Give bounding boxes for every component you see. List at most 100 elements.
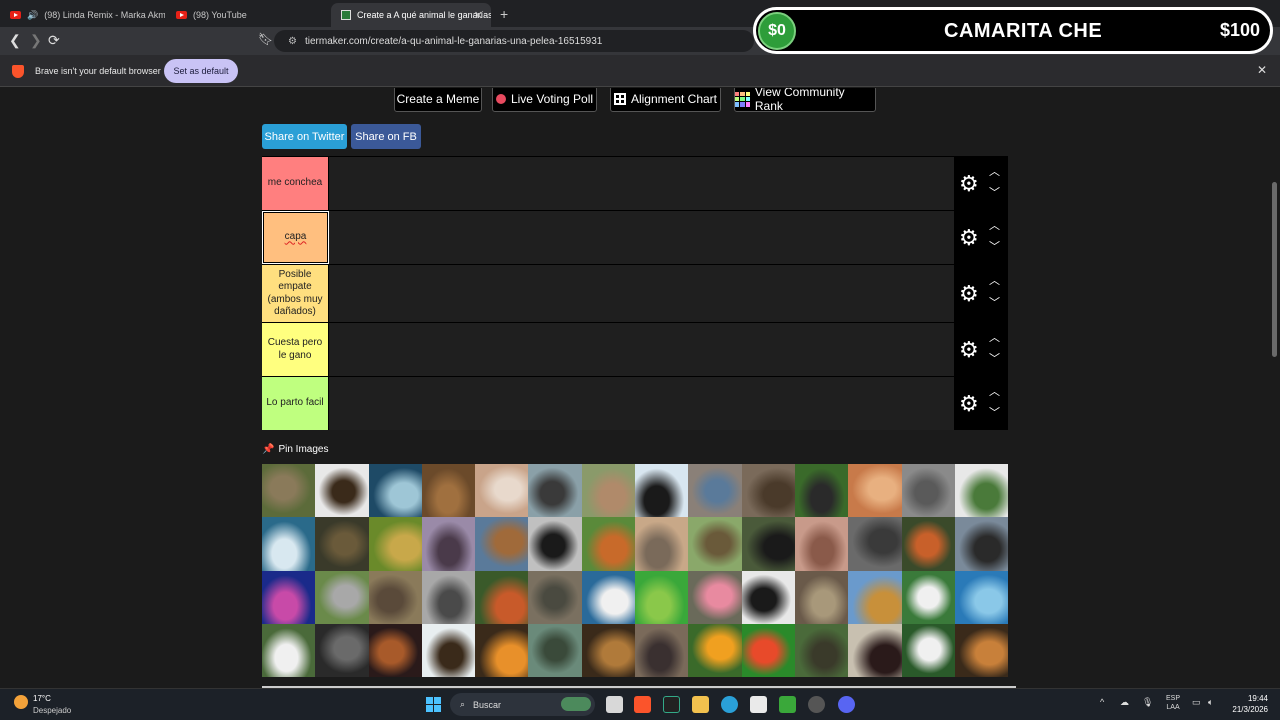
animal-image-orangutan[interactable] bbox=[475, 570, 529, 624]
animal-image-zebra[interactable] bbox=[741, 570, 795, 624]
live-voting-poll-button[interactable]: Live Voting Poll bbox=[492, 88, 597, 112]
move-down-icon[interactable]: ﹀ bbox=[989, 188, 1000, 199]
bookmark-icon[interactable]: 🔖︎ bbox=[258, 32, 273, 46]
forward-icon[interactable]: ❯ bbox=[30, 32, 42, 49]
tier-label[interactable]: me conchea bbox=[262, 157, 329, 210]
move-up-icon[interactable]: ︿ bbox=[989, 333, 1000, 344]
animal-image-giraffe[interactable] bbox=[848, 570, 902, 624]
animal-image-bison[interactable] bbox=[794, 623, 849, 678]
windows-start-icon[interactable] bbox=[426, 697, 441, 712]
animal-image-seal[interactable] bbox=[528, 570, 582, 624]
animal-image-polar-bear[interactable] bbox=[581, 570, 636, 624]
tier-label[interactable]: Posible empate (ambos muy dañados) bbox=[262, 265, 329, 322]
move-down-icon[interactable]: ﹀ bbox=[989, 298, 1000, 309]
animal-image-armadillo[interactable] bbox=[635, 517, 689, 571]
weather-sun-icon[interactable] bbox=[14, 695, 28, 709]
tier-label[interactable]: capa bbox=[262, 211, 329, 264]
animal-image-koala[interactable] bbox=[315, 570, 369, 624]
move-down-icon[interactable]: ﹀ bbox=[989, 408, 1000, 419]
animal-image-horse[interactable] bbox=[368, 623, 422, 678]
volume-icon[interactable]: 🔈︎ bbox=[1208, 697, 1213, 708]
steam-icon[interactable] bbox=[808, 696, 825, 713]
tier-row[interactable]: Lo parto facil ⚙ ︿ ﹀ bbox=[262, 376, 1008, 430]
move-up-icon[interactable]: ︿ bbox=[989, 221, 1000, 232]
animal-image-rhinoceros[interactable] bbox=[901, 464, 955, 518]
animal-image-chameleon[interactable] bbox=[368, 517, 422, 571]
animal-image-dolphin[interactable] bbox=[954, 570, 1008, 624]
weather-temperature[interactable]: 17°C bbox=[33, 694, 51, 703]
edge-icon[interactable] bbox=[721, 696, 738, 713]
tier-label[interactable]: Cuesta pero le gano bbox=[262, 323, 329, 376]
animal-image-rabbit[interactable] bbox=[262, 623, 316, 678]
gear-icon[interactable]: ⚙ bbox=[959, 173, 979, 195]
animal-image-walrus[interactable] bbox=[475, 464, 529, 518]
animal-image-wolf[interactable] bbox=[315, 623, 369, 678]
network-icon[interactable]: ▭ bbox=[1192, 697, 1201, 708]
animal-image-scorpion[interactable] bbox=[315, 464, 369, 518]
animal-image-bear[interactable] bbox=[421, 464, 476, 518]
animal-image-flamingo[interactable] bbox=[688, 570, 742, 624]
language-indicator[interactable]: ESP LAA bbox=[1166, 694, 1180, 713]
move-up-icon[interactable]: ︿ bbox=[989, 167, 1000, 178]
alignment-chart-button[interactable]: Alignment Chart bbox=[610, 88, 721, 112]
onedrive-icon[interactable]: ☁ bbox=[1120, 697, 1129, 708]
animal-image-fox[interactable] bbox=[901, 517, 955, 571]
animal-image-ostrich-2[interactable] bbox=[421, 517, 476, 571]
animal-image-crow[interactable] bbox=[528, 517, 582, 571]
tier-row[interactable]: Cuesta pero le gano ⚙ ︿ ﹀ bbox=[262, 322, 1008, 376]
animal-image-tarantula[interactable] bbox=[848, 623, 902, 678]
set-default-button[interactable]: Set as default bbox=[164, 59, 238, 83]
animal-image-toucan[interactable] bbox=[688, 623, 742, 678]
share-facebook-button[interactable]: Share on FB bbox=[351, 124, 421, 149]
tier-label-text[interactable]: capa bbox=[285, 231, 307, 244]
animal-image-elephant[interactable] bbox=[688, 464, 742, 518]
animal-image-eagle[interactable] bbox=[421, 623, 476, 678]
animal-image-lion-pair[interactable] bbox=[581, 623, 636, 678]
move-up-icon[interactable]: ︿ bbox=[989, 387, 1000, 398]
address-bar[interactable]: ⚙︎ tiermaker.com/create/a-qu-animal-le-g… bbox=[274, 30, 754, 52]
gear-icon[interactable]: ⚙ bbox=[959, 227, 979, 249]
animal-image-tortoise[interactable] bbox=[688, 517, 742, 571]
community-rank-button[interactable]: View Community Rank bbox=[734, 88, 876, 113]
close-tab-icon[interactable]: ✕ bbox=[474, 9, 483, 22]
page-scrollbar[interactable] bbox=[1270, 88, 1280, 686]
tier-row[interactable]: me conchea ⚙ ︿ ﹀ bbox=[262, 156, 1008, 210]
tray-overflow-icon[interactable]: ^ bbox=[1100, 697, 1104, 707]
tier-row[interactable]: Posible empate (ambos muy dañados) ⚙ ︿ ﹀ bbox=[262, 264, 1008, 322]
animal-image-ostrich[interactable] bbox=[528, 464, 582, 518]
animal-image-panda[interactable] bbox=[901, 570, 955, 624]
tab-youtube[interactable]: (98) YouTube bbox=[166, 3, 326, 27]
minecraft-icon[interactable] bbox=[779, 696, 796, 713]
animal-image-shark[interactable] bbox=[262, 517, 316, 571]
discord-icon[interactable] bbox=[838, 696, 855, 713]
taskbar-search[interactable]: ⌕ Buscar bbox=[450, 693, 595, 716]
move-down-icon[interactable]: ﹀ bbox=[989, 242, 1000, 253]
move-down-icon[interactable]: ﹀ bbox=[989, 354, 1000, 365]
animal-image-cow[interactable] bbox=[954, 464, 1008, 518]
animal-image-parrot[interactable] bbox=[635, 570, 689, 624]
site-info-icon[interactable]: ⚙︎ bbox=[288, 36, 297, 47]
animal-image-crocodile[interactable] bbox=[315, 517, 369, 571]
animal-image-kangaroo[interactable] bbox=[581, 464, 636, 518]
brave-icon[interactable] bbox=[634, 696, 651, 713]
tier-row[interactable]: capa ⚙ ︿ ﹀ bbox=[262, 210, 1008, 264]
animal-image-magpie[interactable] bbox=[901, 623, 955, 678]
weather-description[interactable]: Despejado bbox=[33, 706, 71, 715]
animal-image-pitbull[interactable] bbox=[794, 517, 849, 571]
animal-image-tiger[interactable] bbox=[475, 623, 529, 678]
new-tab-button[interactable]: + bbox=[500, 6, 508, 22]
animal-image-buffalo[interactable] bbox=[794, 464, 849, 518]
speaker-icon[interactable]: 🔊 bbox=[27, 10, 38, 21]
animal-image-octopus[interactable] bbox=[262, 570, 316, 624]
animal-image-meerkat[interactable] bbox=[848, 464, 902, 518]
back-icon[interactable]: ❮ bbox=[9, 32, 21, 49]
gear-icon[interactable]: ⚙ bbox=[959, 283, 979, 305]
microphone-icon[interactable]: 🎙︎ bbox=[1142, 697, 1153, 708]
animal-image-whale[interactable] bbox=[368, 464, 422, 518]
reload-icon[interactable]: ⟳ bbox=[48, 32, 60, 49]
animal-image-hippo[interactable] bbox=[848, 517, 902, 571]
pin-images-toggle[interactable]: 📌 Pin Images bbox=[262, 444, 328, 455]
animal-image-squirrel[interactable] bbox=[581, 517, 636, 571]
animal-image-anteater[interactable] bbox=[954, 517, 1008, 571]
tier-label[interactable]: Lo parto facil bbox=[262, 377, 329, 430]
